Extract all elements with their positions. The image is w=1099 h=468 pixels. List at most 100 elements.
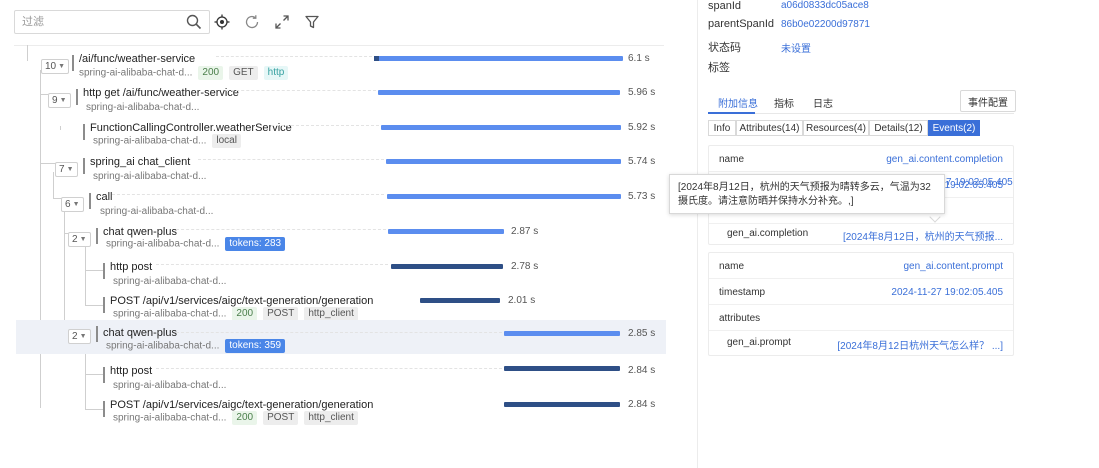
- locate-icon[interactable]: [211, 11, 233, 33]
- child-count: 2: [72, 234, 78, 245]
- span-name: chat qwen-plus: [103, 327, 177, 339]
- span-depth-bar: [83, 124, 85, 140]
- tab-logs[interactable]: 日志: [813, 95, 833, 110]
- span-duration: 2.87 s: [511, 226, 539, 237]
- span-duration: 2.85 s: [628, 328, 656, 339]
- span-depth-bar: [103, 297, 105, 313]
- span-depth-bar: [72, 55, 74, 71]
- span-row[interactable]: 9 ▼ http get /ai/func/weather-service spr…: [16, 85, 666, 119]
- event-name-label: name: [719, 154, 745, 165]
- timeline-guide: [156, 264, 388, 265]
- method-tag: POST: [263, 307, 299, 321]
- span-name: FunctionCallingController.weatherService: [90, 122, 292, 134]
- trace-tree-panel: 10▼ /ai/func/weather-service spring-ai-a…: [0, 0, 697, 468]
- span-row-selected[interactable]: 2 ▼ chat qwen-plus spring-ai-alibaba-chat…: [16, 320, 666, 354]
- duration-bar: [391, 264, 503, 269]
- tab-metrics[interactable]: 指标: [774, 95, 794, 110]
- tooltip-covered-timestamp: 7 19:02:05.405: [946, 177, 1013, 188]
- service-name: spring-ai-alibaba-chat-d...: [113, 308, 227, 320]
- timeline-guide: [271, 125, 379, 126]
- span-row[interactable]: http post spring-ai-alibaba-chat-d... 2.…: [16, 259, 666, 293]
- collapse-toggle[interactable]: 2 ▼: [68, 329, 91, 344]
- span-details-panel: spanId a06d0833dc05ace8 parentSpanId 86b…: [697, 0, 1027, 468]
- child-count: 6: [65, 199, 71, 210]
- attr-value[interactable]: [2024年8月12日，杭州的天气预报...: [843, 228, 1003, 243]
- caret-down-icon: ▼: [58, 63, 66, 70]
- collapse-toggle[interactable]: 6 ▼: [61, 197, 84, 212]
- status-code-value: 未设置: [781, 44, 811, 55]
- span-id-value[interactable]: a06d0833dc05ace8: [781, 0, 869, 11]
- span-row[interactable]: 2 ▼ chat qwen-plus spring-ai-alibaba-chat…: [16, 224, 666, 258]
- search-icon[interactable]: [183, 11, 205, 33]
- kind-tag: http_client: [304, 411, 358, 425]
- filter-input[interactable]: [14, 10, 210, 34]
- span-duration: 6.1 s: [628, 53, 650, 64]
- span-service: spring-ai-alibaba-chat-d... tokens: 359: [106, 339, 286, 353]
- collapse-toggle[interactable]: 2 ▼: [68, 232, 91, 247]
- subtab-events[interactable]: Events(2): [928, 120, 980, 136]
- service-name: spring-ai-alibaba-chat-d...: [79, 67, 193, 79]
- span-depth-bar: [96, 326, 98, 342]
- span-row[interactable]: POST /api/v1/services/aigc/text-generati…: [16, 397, 666, 431]
- span-depth-bar: [96, 228, 98, 244]
- duration-bar: [504, 331, 620, 336]
- span-depth-bar: [103, 401, 105, 417]
- span-name: spring_ai chat_client: [90, 156, 191, 168]
- span-row[interactable]: FunctionCallingController.weatherService…: [16, 120, 666, 154]
- duration-bar: [420, 298, 500, 303]
- span-duration: 2.01 s: [508, 295, 536, 306]
- timeline-guide: [226, 90, 376, 91]
- subtab-attributes[interactable]: Attributes(14): [736, 120, 803, 136]
- collapse-toggle[interactable]: 9 ▼: [48, 93, 71, 108]
- subtab-resources[interactable]: Resources(4): [803, 120, 869, 136]
- span-depth-bar: [103, 263, 105, 279]
- span-service: spring-ai-alibaba-chat-d... local: [93, 134, 241, 148]
- filter-icon[interactable]: [301, 11, 323, 33]
- attr-key: gen_ai.prompt: [727, 337, 791, 348]
- span-duration: 5.74 s: [628, 156, 656, 167]
- event-name-value[interactable]: gen_ai.content.completion: [886, 154, 1003, 165]
- span-service: spring-ai-alibaba-chat-d...: [93, 171, 207, 182]
- duration-bar: [388, 229, 504, 234]
- expand-icon[interactable]: [271, 11, 293, 33]
- service-name: spring-ai-alibaba-chat-d...: [113, 412, 227, 424]
- span-row[interactable]: 7 ▼ spring_ai chat_client spring-ai-aliba…: [16, 154, 666, 188]
- span-service: spring-ai-alibaba-chat-d... 200 POST http_c…: [113, 307, 358, 321]
- span-duration: 5.92 s: [628, 122, 656, 133]
- method-tag: POST: [263, 411, 299, 425]
- caret-down-icon: ▼: [66, 166, 74, 173]
- span-name: call: [96, 191, 113, 203]
- parent-span-id-label: parentSpanId: [708, 18, 775, 30]
- subtab-details[interactable]: Details(12): [869, 120, 928, 136]
- attr-value[interactable]: [2024年8月12日杭州天气怎么样？ ...]: [837, 337, 1003, 352]
- duration-bar: [378, 90, 620, 95]
- child-count: 10: [45, 61, 57, 72]
- caret-down-icon: ▼: [79, 333, 87, 340]
- status-code-label: 状态码: [708, 42, 741, 54]
- collapse-toggle[interactable]: 10 ▼: [41, 59, 70, 74]
- span-name: POST /api/v1/services/aigc/text-generati…: [110, 399, 374, 411]
- status-tag: 200: [198, 66, 224, 80]
- span-id-label: spanId: [708, 0, 742, 12]
- span-depth-bar: [76, 89, 78, 105]
- span-name: http post: [110, 261, 153, 273]
- span-duration: 5.96 s: [628, 87, 656, 98]
- subtab-info[interactable]: Info: [708, 120, 736, 136]
- timeline-guide: [176, 229, 386, 230]
- collapse-toggle[interactable]: 7 ▼: [55, 162, 78, 177]
- span-row[interactable]: 10 ▼ /ai/func/weather-service spring-ai-a…: [16, 51, 666, 85]
- event-row-attr: gen_ai.completion [2024年8月12日，杭州的天气预报...: [709, 220, 1013, 246]
- event-config-button[interactable]: 事件配置: [960, 90, 1016, 112]
- span-row[interactable]: http post spring-ai-alibaba-chat-d... 2.…: [16, 363, 666, 397]
- timeline-guide: [176, 332, 502, 333]
- span-duration: 2.84 s: [628, 399, 656, 410]
- tab-extra-info[interactable]: 附加信息: [718, 95, 758, 110]
- span-row[interactable]: 6 ▼ call spring-ai-alibaba-chat-d... 5.73…: [16, 189, 666, 223]
- duration-bar: [387, 194, 621, 199]
- event-name-value[interactable]: gen_ai.content.prompt: [903, 261, 1003, 272]
- refresh-icon[interactable]: [241, 11, 263, 33]
- event-row-attributes: attributes: [709, 305, 1013, 331]
- duration-bar: [374, 56, 623, 61]
- parent-span-id-value[interactable]: 86b0e02200d97871: [781, 19, 870, 30]
- span-depth-bar: [83, 158, 85, 174]
